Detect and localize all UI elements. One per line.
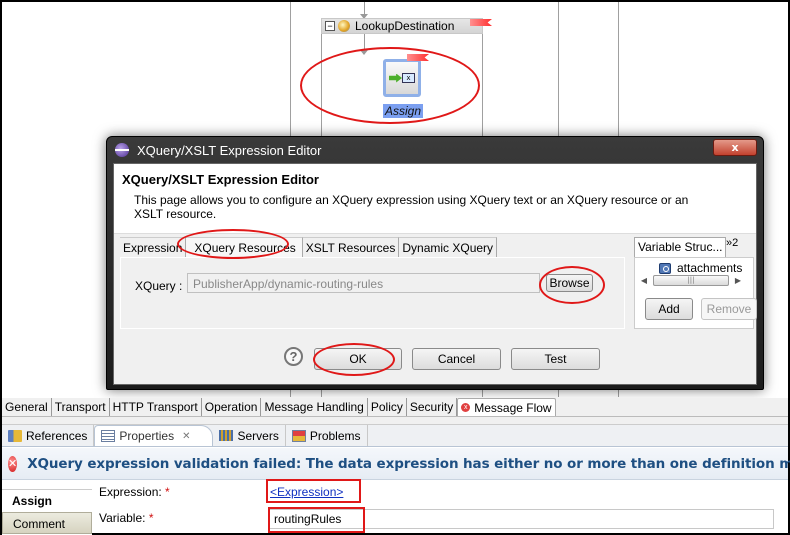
tab-servers[interactable]: Servers: [213, 425, 286, 446]
tab-label: Properties: [119, 429, 175, 443]
problems-icon: [291, 429, 306, 442]
tab-label: Message Flow: [474, 400, 552, 415]
xquery-expression-editor-dialog: XQuery/XSLT Expression Editor x XQuery/X…: [106, 136, 764, 390]
stage-icon: [338, 20, 350, 32]
dialog-titlebar[interactable]: XQuery/XSLT Expression Editor: [107, 137, 763, 163]
add-button[interactable]: Add: [645, 298, 693, 320]
tab-message-handling[interactable]: Message Handling: [261, 398, 368, 416]
dialog-body: XQuery/XSLT Expression Editor This page …: [113, 163, 757, 385]
browse-button[interactable]: Browse: [546, 274, 593, 292]
cancel-button[interactable]: Cancel: [412, 348, 501, 370]
scroll-left-icon[interactable]: ◀: [639, 276, 649, 285]
required-marker: *: [165, 485, 170, 499]
side-tab-comment[interactable]: Comment: [2, 512, 92, 534]
tree-item-label: attachments: [677, 261, 743, 275]
error-flag-icon: [407, 54, 429, 61]
dialog-header: XQuery/XSLT Expression Editor This page …: [114, 164, 756, 234]
expression-label: Expression: *: [99, 485, 170, 499]
tab-dynamic-xquery[interactable]: Dynamic XQuery: [399, 237, 498, 257]
tab-http-transport[interactable]: HTTP Transport: [110, 398, 202, 416]
tab-transport[interactable]: Transport: [52, 398, 110, 416]
dialog-header-title: XQuery/XSLT Expression Editor: [122, 172, 319, 187]
tab-xquery-resources[interactable]: XQuery Resources: [186, 237, 303, 257]
tab-security[interactable]: Security: [407, 398, 458, 416]
stage-label: LookupDestination: [355, 19, 455, 33]
tab-message-flow[interactable]: x Message Flow: [457, 398, 556, 416]
tab-label: Problems: [309, 428, 361, 443]
tab-references[interactable]: References: [2, 425, 95, 446]
variable-structures-panel: Variable Struc... »2 attachments ◀ ||| ▶…: [634, 237, 757, 329]
remove-button[interactable]: Remove: [701, 298, 757, 320]
stage-lookup-destination[interactable]: − LookupDestination: [321, 18, 483, 34]
validation-error-banner: ✕ XQuery expression validation failed: T…: [2, 448, 790, 480]
tab-label: References: [26, 428, 88, 443]
assign-action-node[interactable]: x: [383, 59, 421, 97]
expression-link[interactable]: <Expression>: [270, 485, 343, 499]
variable-tree: attachments ◀ ||| ▶ Add Remove: [634, 257, 757, 329]
close-button[interactable]: x: [713, 139, 757, 156]
help-icon[interactable]: ?: [284, 347, 303, 366]
properties-icon: [101, 430, 116, 442]
servers-icon: [219, 430, 234, 441]
tab-variable-structures[interactable]: Variable Struc...: [634, 237, 727, 257]
tab-xslt-resources[interactable]: XSLT Resources: [302, 237, 400, 257]
tab-operation[interactable]: Operation: [202, 398, 262, 416]
label-text: Variable:: [99, 511, 146, 525]
tab-properties[interactable]: Properties ✕: [94, 425, 214, 446]
close-tab-icon[interactable]: ✕: [182, 431, 190, 442]
xquery-label: XQuery :: [135, 279, 183, 293]
error-message: XQuery expression validation failed: The…: [27, 455, 790, 472]
scroll-right-icon[interactable]: ▶: [733, 276, 743, 285]
eclipse-icon: [115, 143, 129, 157]
variable-label: Variable: *: [99, 511, 154, 525]
tab-label: Servers: [237, 428, 279, 443]
properties-side-tabs: Assign Comment: [2, 481, 92, 535]
flow-arrow-icon: [360, 50, 368, 55]
tab-expression[interactable]: Expression: [120, 237, 187, 257]
assign-node-label[interactable]: Assign: [383, 104, 424, 118]
collapse-icon[interactable]: −: [325, 21, 335, 31]
editor-tabbar: Expression XQuery Resources XSLT Resourc…: [120, 237, 498, 257]
variable-field[interactable]: routingRules: [268, 509, 774, 529]
assign-arrow-icon: [389, 73, 402, 83]
proxy-config-tabs: General Transport HTTP Transport Operati…: [2, 398, 788, 417]
error-icon: x: [461, 403, 471, 412]
tab-problems[interactable]: Problems: [286, 425, 368, 446]
scroll-thumb[interactable]: |||: [653, 275, 729, 286]
dialog-description: This page allows you to configure an XQu…: [134, 193, 689, 221]
tab-policy[interactable]: Policy: [368, 398, 407, 416]
tree-item-attachments[interactable]: attachments: [659, 261, 742, 275]
error-icon: ✕: [8, 455, 18, 472]
tab-general[interactable]: General: [2, 398, 52, 416]
required-marker: *: [148, 511, 154, 525]
horizontal-scrollbar[interactable]: ◀ ||| ▶: [639, 274, 751, 287]
more-views-chevron[interactable]: »2: [726, 237, 738, 249]
xquery-resource-field[interactable]: PublisherApp/dynamic-routing-rules: [187, 273, 540, 293]
label-text: Expression:: [99, 485, 162, 499]
variable-icon: [659, 262, 671, 274]
side-tab-assign[interactable]: Assign: [2, 489, 92, 511]
ok-button[interactable]: OK: [314, 348, 402, 370]
error-flag-icon: [470, 19, 492, 26]
dialog-window-title: XQuery/XSLT Expression Editor: [137, 142, 322, 158]
editor-separator: [2, 417, 788, 425]
view-tabs: References Properties ✕ Servers Problems: [2, 425, 788, 447]
references-icon: [8, 429, 22, 442]
xquery-resources-panel: XQuery : PublisherApp/dynamic-routing-ru…: [120, 257, 625, 329]
test-button[interactable]: Test: [511, 348, 600, 370]
variable-box-icon: x: [402, 73, 415, 83]
